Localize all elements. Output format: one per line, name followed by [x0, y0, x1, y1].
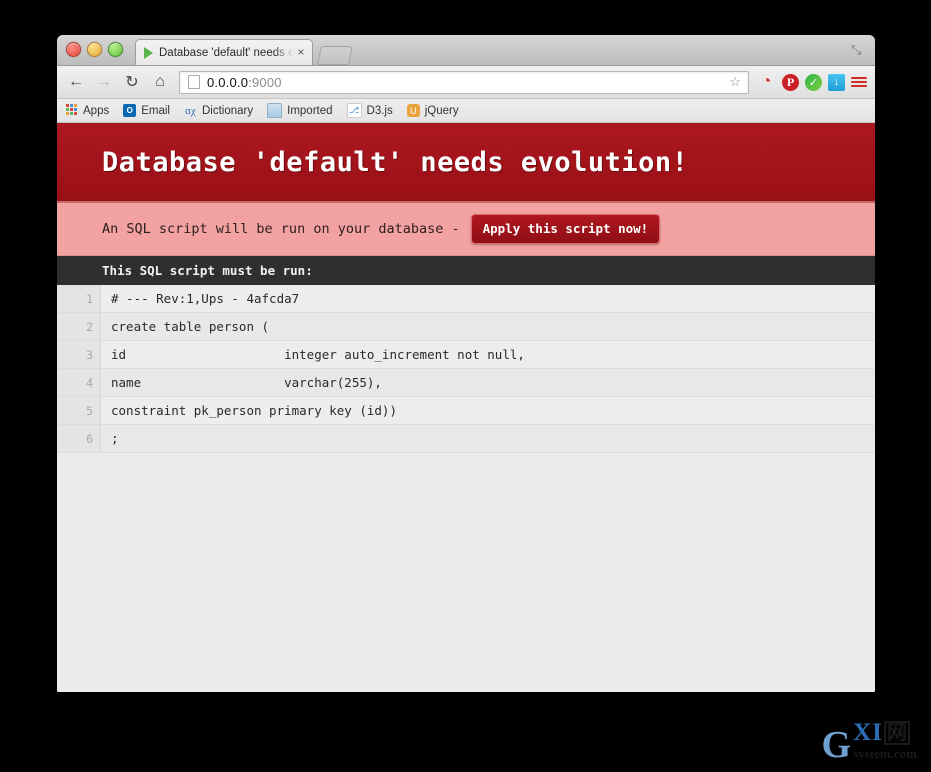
code-line-row: 2 create table person ( [57, 313, 875, 341]
error-page-header: Database 'default' needs evolution! [57, 123, 875, 203]
bookmarks-bar: Apps O Email ɑχ Dictionary Imported ⎇ D3… [57, 99, 875, 123]
url-host: 0.0.0.0 [207, 74, 249, 90]
browser-toolbar: ← → ↻ ⌂ 0.0.0.0:9000 ☆ ◔ P ✓ ↓ [57, 66, 875, 99]
line-content: name varchar(255), [111, 375, 382, 390]
url-port: :9000 [248, 74, 282, 90]
maximize-window-button[interactable] [108, 42, 123, 57]
bookmark-label: Email [141, 104, 170, 117]
bookmark-label: Imported [287, 104, 333, 117]
close-window-button[interactable] [66, 42, 81, 57]
line-content: id integer auto_increment not null, [111, 347, 525, 362]
minimize-window-button[interactable] [87, 42, 102, 57]
kaspersky-extension-icon[interactable]: ✓ [805, 73, 822, 91]
expand-window-icon[interactable]: ⤡ [851, 43, 865, 57]
bookmark-label: D3.js [366, 104, 393, 117]
watermark-stack: XI 网 system.com [853, 720, 917, 760]
watermark-cn-char: 网 [883, 720, 910, 745]
page-title: Database 'default' needs evolution! [102, 146, 689, 178]
line-number: 4 [57, 369, 101, 396]
watermark-xi: XI [853, 719, 883, 746]
bookmark-apps[interactable]: Apps [65, 104, 109, 117]
forward-button[interactable]: → [93, 71, 115, 93]
bookmark-email[interactable]: O Email [123, 104, 170, 117]
watermark-domain: system.com [853, 746, 917, 761]
reddit-extension-icon[interactable]: ◔ [757, 73, 776, 92]
line-number: 2 [57, 313, 101, 340]
reload-button[interactable]: ↻ [121, 71, 143, 93]
download-extension-icon[interactable]: ↓ [828, 73, 845, 91]
bookmark-label: Apps [83, 104, 110, 117]
bookmark-imported[interactable]: Imported [267, 103, 333, 118]
address-bar[interactable]: 0.0.0.0:9000 ☆ [179, 70, 749, 94]
tab-title: Database 'default' needs e [159, 46, 294, 59]
pinterest-extension-icon[interactable]: P [782, 73, 799, 91]
d3-icon: ⎇ [346, 103, 362, 118]
back-button[interactable]: ← [65, 71, 87, 93]
watermark-letter-g: G [821, 724, 852, 766]
code-line-row: 5 constraint pk_person primary key (id)) [57, 397, 875, 425]
bookmark-label: Dictionary [201, 104, 254, 117]
line-content: ; [111, 431, 119, 446]
line-number: 5 [57, 397, 101, 424]
page-viewport: Database 'default' needs evolution! An S… [57, 123, 875, 692]
bookmark-dictionary[interactable]: ɑχ Dictionary [184, 104, 253, 117]
bookmark-d3js[interactable]: ⎇ D3.js [346, 103, 393, 118]
sql-code-listing: 1 # --- Rev:1,Ups - 4afcda7 2 create tab… [57, 285, 875, 692]
watermark: G XI 网 system.com [821, 720, 917, 766]
play-triangle-icon [144, 46, 153, 59]
line-content: create table person ( [111, 319, 270, 334]
url-text: 0.0.0.0:9000 [207, 75, 282, 90]
line-number: 1 [57, 285, 101, 312]
new-tab-button[interactable] [316, 46, 354, 65]
hamburger-menu-icon[interactable] [851, 77, 867, 87]
script-section-bar: This SQL script must be run: [57, 256, 875, 285]
folder-icon [267, 103, 283, 118]
subheader-text: An SQL script will be run on your databa… [102, 221, 460, 237]
home-button[interactable]: ⌂ [149, 71, 171, 93]
code-line-row: 6 ; [57, 425, 875, 453]
tab-strip: Database 'default' needs e × ⤡ [57, 35, 875, 66]
line-number: 3 [57, 341, 101, 368]
jquery-icon: U [406, 104, 420, 117]
close-tab-icon[interactable]: × [294, 45, 308, 60]
bookmark-star-icon[interactable]: ☆ [729, 74, 741, 90]
watermark-top: XI 网 [853, 720, 917, 745]
page-document-icon [188, 75, 200, 89]
script-section-label: This SQL script must be run: [102, 263, 313, 278]
line-content: constraint pk_person primary key (id)) [111, 403, 397, 418]
line-content: # --- Rev:1,Ups - 4afcda7 [111, 291, 300, 306]
code-line-row: 1 # --- Rev:1,Ups - 4afcda7 [57, 285, 875, 313]
bookmark-jquery[interactable]: U jQuery [406, 104, 459, 117]
bookmark-label: jQuery [424, 104, 459, 117]
code-line-row: 4 name varchar(255), [57, 369, 875, 397]
apps-grid-icon [65, 104, 78, 117]
browser-tab[interactable]: Database 'default' needs e × [135, 39, 313, 65]
line-number: 6 [57, 425, 101, 452]
dictionary-icon: ɑχ [185, 104, 196, 117]
apply-script-button[interactable]: Apply this script now! [470, 214, 661, 244]
page-subheader: An SQL script will be run on your databa… [57, 203, 875, 256]
window-controls [66, 42, 123, 57]
outlook-icon: O [123, 104, 137, 117]
code-line-row: 3 id integer auto_increment not null, [57, 341, 875, 369]
browser-window: Database 'default' needs e × ⤡ ← → ↻ ⌂ 0… [57, 35, 875, 692]
